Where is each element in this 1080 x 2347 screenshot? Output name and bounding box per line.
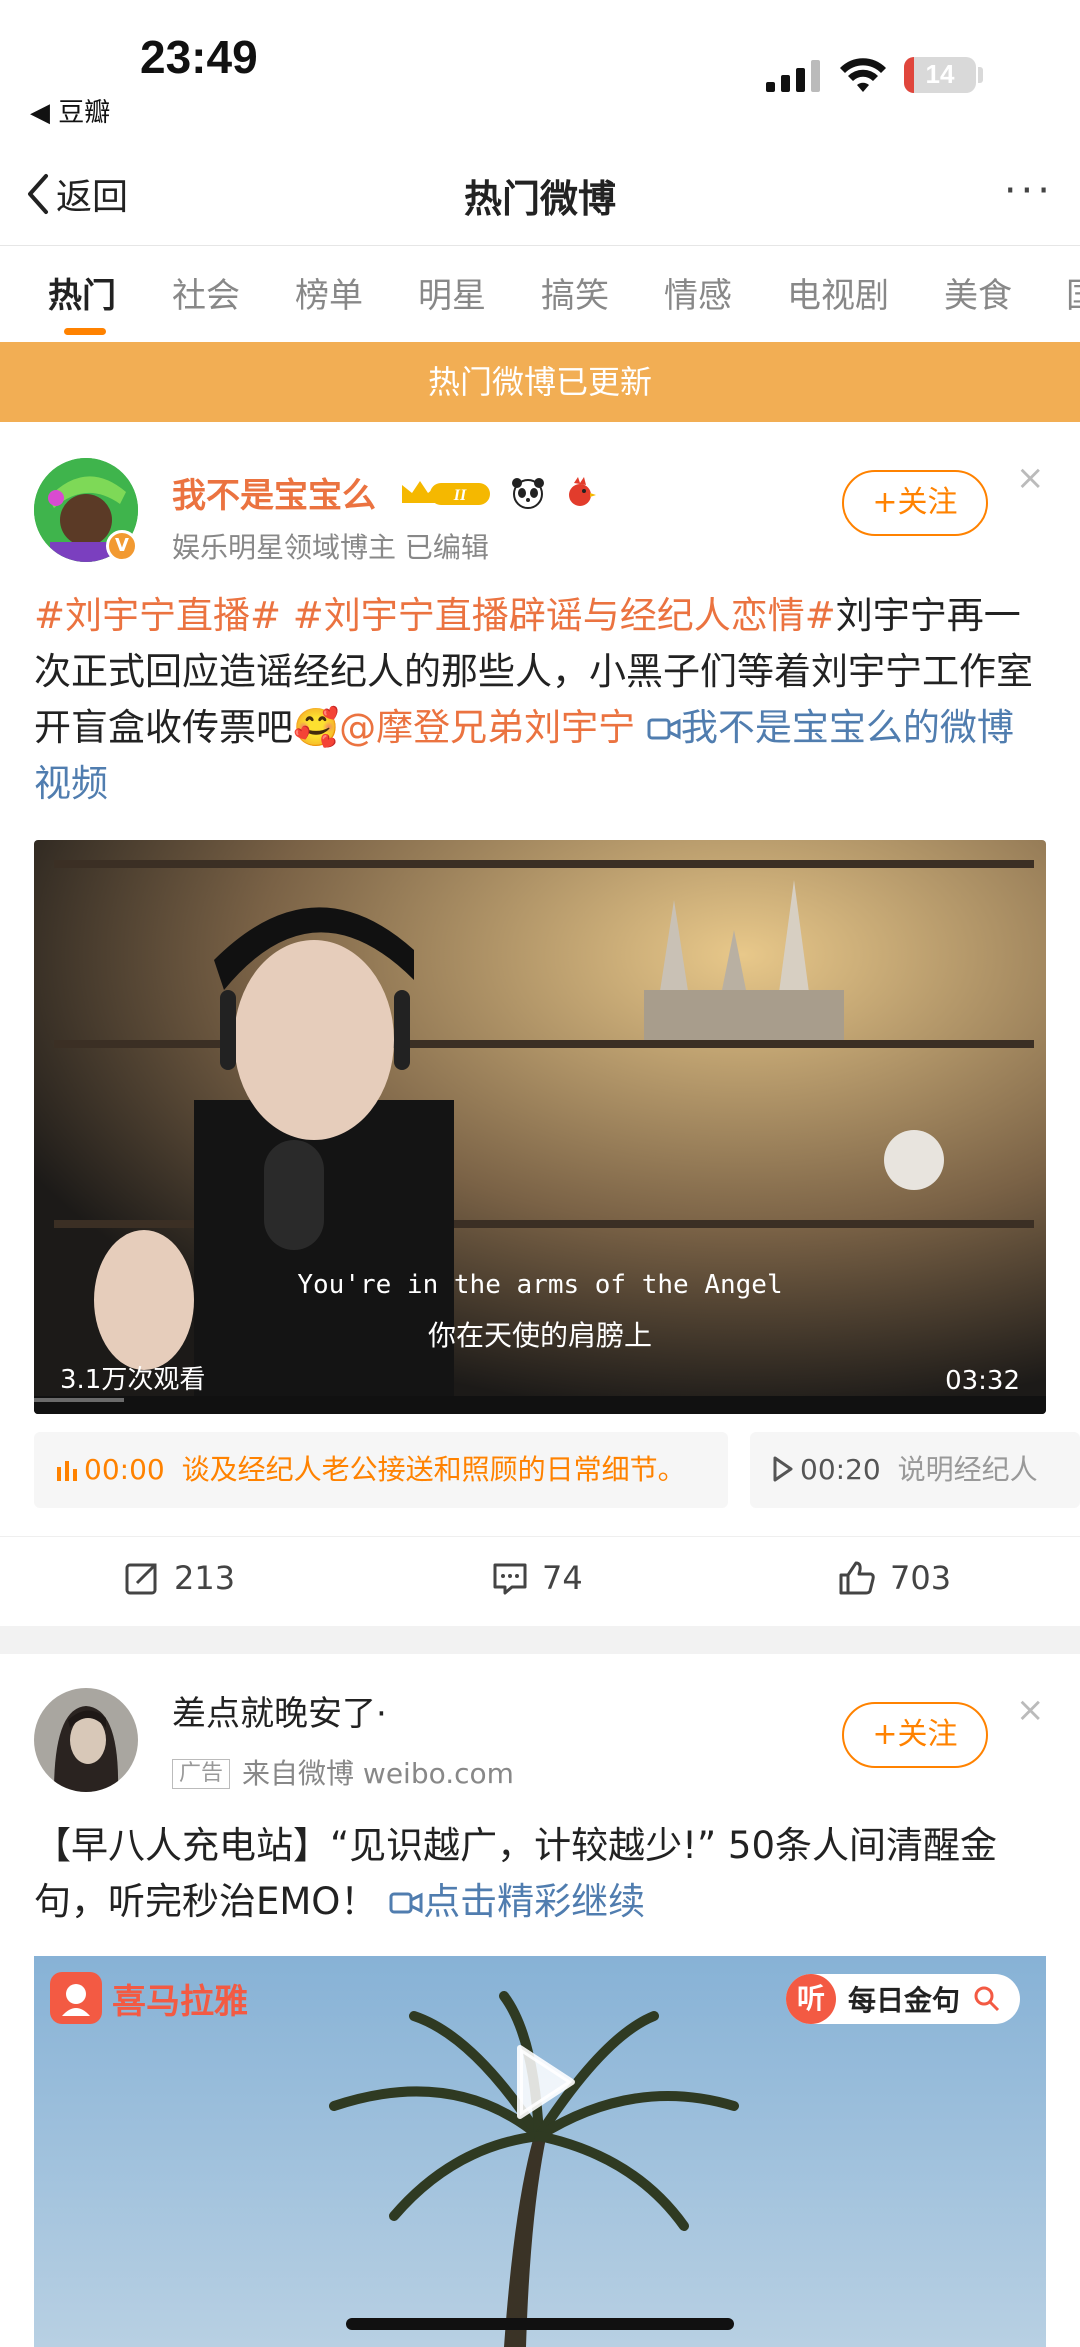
level-crown-icon: II bbox=[398, 477, 494, 518]
cellular-signal-icon bbox=[766, 60, 820, 92]
tab-rankings[interactable]: 榜单 bbox=[295, 268, 363, 317]
category-tabs: 热门 社会 榜单 明星 搞笑 情感 电视剧 美食 国 bbox=[0, 248, 1080, 340]
panda-icon bbox=[510, 475, 546, 520]
continue-link-text: 点击精彩继续 bbox=[423, 1880, 646, 1923]
status-bar: 23:49 ◀ 豆瓣 14 bbox=[0, 0, 1080, 140]
play-icon bbox=[773, 1456, 793, 1482]
battery-level: 14 bbox=[925, 59, 955, 89]
username-text: 我不是宝宝么 bbox=[172, 476, 376, 516]
page-title: 热门微博 bbox=[463, 177, 616, 221]
comment-button[interactable]: 74 bbox=[492, 1559, 583, 1597]
video-camera-icon bbox=[647, 718, 681, 740]
battery-icon: 14 bbox=[904, 57, 976, 93]
card-separator bbox=[0, 1626, 1080, 1654]
continue-link[interactable]: 点击精彩继续 bbox=[389, 1880, 645, 1923]
tab-funny[interactable]: 搞笑 bbox=[541, 268, 609, 317]
rooster-icon bbox=[562, 475, 598, 520]
video-camera-icon bbox=[389, 1892, 423, 1914]
more-icon[interactable]: ··· bbox=[1004, 168, 1054, 214]
username[interactable]: 我不是宝宝么 II bbox=[172, 468, 598, 520]
avatar-image bbox=[34, 1688, 138, 1792]
hashtag-link[interactable]: #刘宇宁直播# bbox=[34, 594, 281, 637]
audio-bars-icon bbox=[57, 1461, 77, 1481]
search-icon bbox=[974, 1986, 1000, 2012]
comment-count: 74 bbox=[542, 1559, 583, 1597]
chapter-text: 谈及经纪人老公接送和照顾的日常细节。 bbox=[181, 1453, 686, 1486]
ad-badge: 广告 bbox=[172, 1759, 231, 1789]
tab-international[interactable]: 国 bbox=[1066, 268, 1080, 317]
repost-icon bbox=[125, 1563, 157, 1595]
post-meta: 娱乐明星领域博主 已编辑 bbox=[172, 531, 489, 564]
level-badge-text: II bbox=[453, 487, 467, 504]
hashtag-link[interactable]: #刘宇宁直播辟谣与经纪人恋情# bbox=[293, 594, 836, 637]
video-chapters: 00:00 谈及经纪人老公接送和照顾的日常细节。 00:20 说明经纪人 bbox=[34, 1432, 1080, 1508]
subtitle-chinese: 你在天使的肩膀上 bbox=[427, 1319, 652, 1352]
ximalaya-logo-icon bbox=[50, 1972, 102, 2024]
post-meta: 广告 来自微博 weibo.com bbox=[172, 1752, 514, 1792]
daily-quote-search[interactable]: 听 每日金句 bbox=[785, 1974, 1020, 2024]
wifi-icon bbox=[840, 58, 886, 92]
ad-video-player[interactable]: 喜马拉雅 听 每日金句 bbox=[34, 1956, 1046, 2347]
ximalaya-name: 喜马拉雅 bbox=[112, 1981, 248, 2022]
daily-quote-label: 每日金句 bbox=[847, 1984, 960, 2017]
tab-food[interactable]: 美食 bbox=[944, 268, 1012, 317]
chapter-time: 00:20 bbox=[800, 1453, 881, 1486]
mention-link[interactable]: @摩登兄弟刘宇宁 bbox=[339, 706, 635, 749]
verified-badge-icon: V bbox=[106, 530, 138, 562]
avatar[interactable] bbox=[34, 1688, 138, 1792]
back-to-app-link[interactable]: ◀ 豆瓣 bbox=[30, 92, 110, 129]
play-button[interactable] bbox=[510, 2042, 580, 2126]
post-source: 来自微博 weibo.com bbox=[242, 1757, 514, 1790]
tab-stars[interactable]: 明星 bbox=[418, 268, 486, 317]
listen-badge: 听 bbox=[785, 1974, 836, 2024]
video-duration: 03:32 bbox=[945, 1366, 1020, 1396]
post-body: #刘宇宁直播# #刘宇宁直播辟谣与经纪人恋情#刘宇宁再一次正式回应造谣经纪人的那… bbox=[34, 588, 1044, 812]
tab-hot[interactable]: 热门 bbox=[48, 268, 116, 317]
view-count: 3.1万次观看 bbox=[60, 1365, 206, 1395]
chapter-text: 说明经纪人 bbox=[897, 1453, 1038, 1486]
home-indicator[interactable] bbox=[346, 2318, 734, 2330]
post-body: 【早八人充电站】“见识越广，计较越少!” 50条人间清醒金句，听完秒治EMO！ … bbox=[34, 1818, 1044, 1930]
chapter-item[interactable]: 00:00 谈及经纪人老公接送和照顾的日常细节。 bbox=[34, 1432, 728, 1508]
video-player[interactable]: You're in the arms of the Angel 你在天使的肩膀上… bbox=[34, 840, 1046, 1414]
like-count: 703 bbox=[890, 1559, 952, 1597]
follow-button[interactable]: +关注 bbox=[842, 470, 988, 536]
repost-count: 213 bbox=[174, 1559, 236, 1597]
status-time: 23:49 bbox=[140, 31, 258, 83]
nav-bar: 返回 热门微博 ··· bbox=[0, 150, 1080, 246]
follow-button[interactable]: +关注 bbox=[842, 1702, 988, 1768]
subtitle-english: You're in the arms of the Angel bbox=[297, 1270, 783, 1300]
ximalaya-brand: 喜马拉雅 bbox=[50, 1972, 248, 2024]
like-button[interactable]: 703 bbox=[838, 1559, 951, 1597]
active-tab-indicator bbox=[64, 328, 106, 335]
close-icon[interactable]: × bbox=[1016, 1690, 1045, 1730]
tab-society[interactable]: 社会 bbox=[172, 268, 240, 317]
chapter-time: 00:00 bbox=[84, 1453, 165, 1486]
update-banner[interactable]: 热门微博已更新 bbox=[0, 342, 1080, 422]
tab-tv-series[interactable]: 电视剧 bbox=[787, 268, 889, 317]
play-icon bbox=[517, 2045, 575, 2119]
repost-button[interactable]: 213 bbox=[124, 1559, 235, 1597]
post-actions: 213 74 703 bbox=[0, 1536, 1080, 1624]
close-icon[interactable]: × bbox=[1016, 458, 1045, 498]
battery-nub bbox=[978, 67, 983, 83]
tab-emotion[interactable]: 情感 bbox=[664, 268, 732, 317]
comment-icon bbox=[493, 1563, 527, 1595]
username[interactable]: 差点就晚安了· bbox=[172, 1686, 387, 1735]
thumbs-up-icon bbox=[839, 1561, 875, 1595]
chapter-item[interactable]: 00:20 说明经纪人 bbox=[750, 1432, 1080, 1508]
